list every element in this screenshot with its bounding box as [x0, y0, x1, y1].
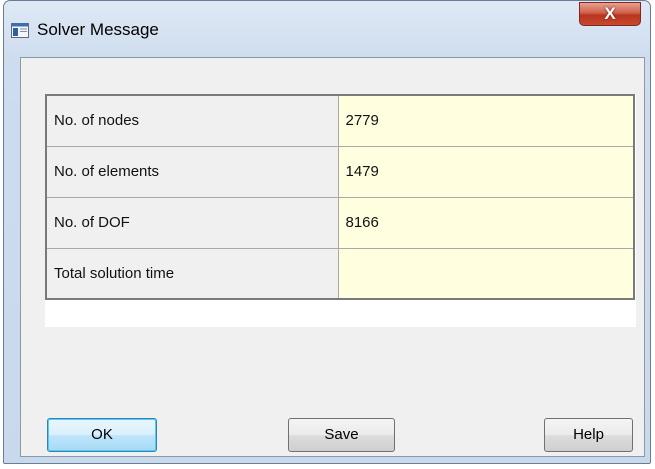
row-value-solution-time [337, 247, 635, 300]
solver-info-table: No. of nodes 2779 No. of elements 1479 N… [45, 94, 635, 300]
row-label-solution-time: Total solution time [45, 247, 339, 300]
row-value-elements: 1479 [337, 145, 635, 198]
solver-message-dialog: Solver Message X No. of nodes 2779 No. o… [3, 0, 651, 464]
help-button[interactable]: Help [544, 418, 633, 452]
window-app-icon [11, 23, 29, 38]
table-row: No. of elements 1479 [45, 145, 635, 198]
close-button[interactable]: X [579, 2, 641, 26]
row-value-nodes: 2779 [337, 94, 635, 147]
dialog-content: No. of nodes 2779 No. of elements 1479 N… [20, 57, 645, 457]
table-row: No. of nodes 2779 [45, 94, 635, 147]
row-value-dof: 8166 [337, 196, 635, 249]
ok-button[interactable]: OK [47, 418, 157, 452]
window-title: Solver Message [37, 20, 159, 39]
row-label-dof: No. of DOF [45, 196, 339, 249]
row-label-nodes: No. of nodes [45, 94, 339, 147]
table-row: Total solution time [45, 247, 635, 300]
row-label-elements: No. of elements [45, 145, 339, 198]
title-bar[interactable]: Solver Message X [4, 1, 650, 57]
table-row: No. of DOF 8166 [45, 196, 635, 249]
results-panel: No. of nodes 2779 No. of elements 1479 N… [45, 94, 636, 327]
save-button[interactable]: Save [288, 418, 395, 452]
close-icon: X [604, 4, 616, 23]
